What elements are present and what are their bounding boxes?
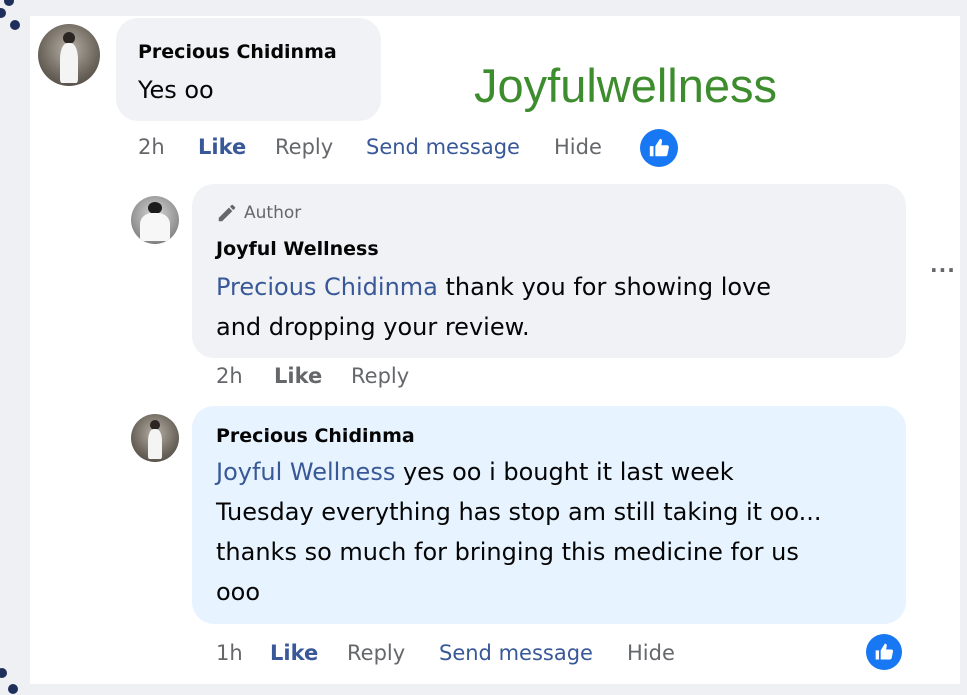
reply-text-line-2: and dropping your review.: [216, 313, 530, 341]
avatar[interactable]: [131, 414, 179, 462]
mention-link[interactable]: Precious Chidinma: [216, 273, 438, 301]
avatar[interactable]: [131, 196, 179, 244]
reply-text-line-4: ooo: [216, 578, 261, 606]
decorative-dot: [0, 8, 6, 18]
reply-button[interactable]: Reply: [347, 641, 405, 665]
hide-button[interactable]: Hide: [627, 641, 675, 665]
reply-text-line-1: Precious Chidinma thank you for showing …: [216, 267, 771, 307]
avatar[interactable]: [38, 24, 100, 86]
decorative-dot: [8, 684, 18, 694]
like-button[interactable]: Like: [270, 641, 318, 665]
send-message-button[interactable]: Send message: [439, 641, 593, 665]
reply-text-line-1: Joyful Wellness yes oo i bought it last …: [216, 452, 734, 492]
reply-text: thank you for showing love: [437, 273, 772, 301]
watermark-text: Joyfulwellness: [474, 59, 778, 112]
thumbs-up-icon: [640, 129, 678, 167]
mention-link[interactable]: Joyful Wellness: [216, 458, 395, 486]
reply-timestamp[interactable]: 1h: [216, 641, 243, 665]
reply-author-name[interactable]: Joyful Wellness: [216, 238, 379, 260]
reply-timestamp[interactable]: 2h: [216, 364, 243, 388]
decorative-dot: [0, 668, 7, 678]
decorative-dot: [10, 20, 20, 30]
author-badge-label: Author: [244, 203, 302, 223]
pencil-icon: [218, 204, 236, 222]
thumbs-up-icon: [866, 634, 902, 670]
reply-text-line-2: Tuesday everything has stop am still tak…: [216, 498, 822, 526]
like-button[interactable]: Like: [274, 364, 322, 388]
reply-button[interactable]: Reply: [275, 135, 333, 159]
author-badge: Author: [216, 202, 301, 224]
hide-button[interactable]: Hide: [554, 135, 602, 159]
like-button[interactable]: Like: [198, 135, 246, 159]
send-message-button[interactable]: Send message: [366, 135, 520, 159]
decorative-dot: [4, 0, 14, 6]
reply-text: yes oo i bought it last week: [395, 458, 734, 486]
reply-button[interactable]: Reply: [351, 364, 409, 388]
comment-timestamp[interactable]: 2h: [138, 135, 165, 159]
reply-text-line-3: thanks so much for bringing this medicin…: [216, 538, 799, 566]
more-options-icon[interactable]: ···: [930, 258, 956, 282]
reply-author-name[interactable]: Precious Chidinma: [216, 425, 415, 447]
comment-text: Yes oo: [138, 76, 214, 104]
comment-author-name[interactable]: Precious Chidinma: [138, 41, 337, 63]
